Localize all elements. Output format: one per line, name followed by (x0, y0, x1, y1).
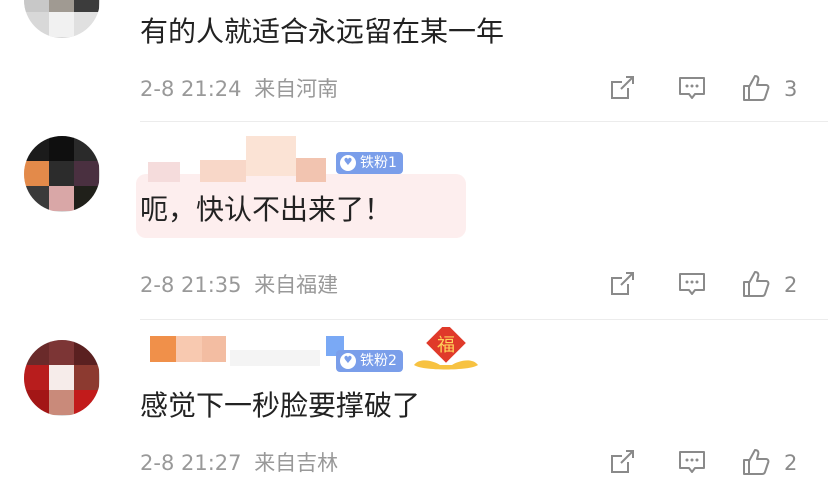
comment-item: 有的人就适合永远留在某一年 2-8 21:24 来自河南 3 (0, 0, 828, 122)
username-redacted (296, 158, 326, 182)
fan-badge: ♥ 铁粉1 (336, 152, 403, 174)
comment-actions: 2 (604, 268, 814, 302)
username-redacted (176, 336, 202, 362)
share-icon[interactable] (606, 446, 638, 478)
comment-time: 2-8 21:24 (140, 77, 242, 101)
comment-icon[interactable] (676, 268, 708, 300)
avatar[interactable] (24, 136, 100, 212)
avatar[interactable] (24, 0, 100, 38)
username-redacted (148, 162, 180, 182)
username-redacted (246, 136, 296, 176)
fan-badge-label: 铁粉2 (360, 353, 397, 369)
thumbs-up-icon[interactable] (740, 268, 772, 300)
comment-actions: 3 (604, 72, 814, 106)
comment-time: 2-8 21:35 (140, 273, 242, 297)
comment-location: 来自吉林 (254, 451, 339, 475)
fan-icon: ♥ (340, 155, 356, 171)
comment-item: ♥ 铁粉1 呃，快认不出来了！ 福 2-8 21:35 来自福建 2 (0, 122, 828, 370)
comment-meta: 2-8 21:24 来自河南 (140, 74, 338, 104)
thumbs-up-icon[interactable] (740, 72, 772, 104)
share-icon[interactable] (606, 72, 638, 104)
fan-icon: ♥ (340, 353, 356, 369)
comment-icon[interactable] (676, 446, 708, 478)
comment-icon[interactable] (676, 72, 708, 104)
comment-item: ♥ 铁粉2 感觉下一秒脸要撑破了 2-8 21:27 来自吉林 2 (0, 320, 828, 487)
thumbs-up-icon[interactable] (740, 446, 772, 478)
comment-time: 2-8 21:27 (140, 451, 242, 475)
like-count: 3 (784, 77, 798, 101)
username-row[interactable]: ♥ 铁粉2 (140, 336, 440, 372)
share-icon[interactable] (606, 268, 638, 300)
comment-location: 来自福建 (254, 273, 339, 297)
comment-text: 感觉下一秒脸要撑破了 (140, 389, 421, 422)
comment-location: 来自河南 (254, 77, 339, 101)
like-count: 2 (784, 451, 798, 475)
username-redacted (200, 160, 246, 182)
comment-text: 有的人就适合永远留在某一年 (140, 15, 505, 48)
like-count: 2 (784, 273, 798, 297)
username-redacted (150, 336, 176, 362)
comment-actions: 2 (604, 446, 814, 480)
comment-text: 呃，快认不出来了！ (140, 193, 393, 226)
fan-badge-label: 铁粉1 (360, 155, 397, 171)
fan-badge: ♥ 铁粉2 (336, 350, 403, 372)
username-redacted (230, 350, 320, 366)
comment-meta: 2-8 21:35 来自福建 (140, 270, 338, 300)
avatar[interactable] (24, 340, 100, 416)
username-row[interactable]: ♥ 铁粉1 (140, 136, 440, 184)
comment-meta: 2-8 21:27 来自吉林 (140, 448, 338, 478)
username-redacted (202, 336, 226, 362)
